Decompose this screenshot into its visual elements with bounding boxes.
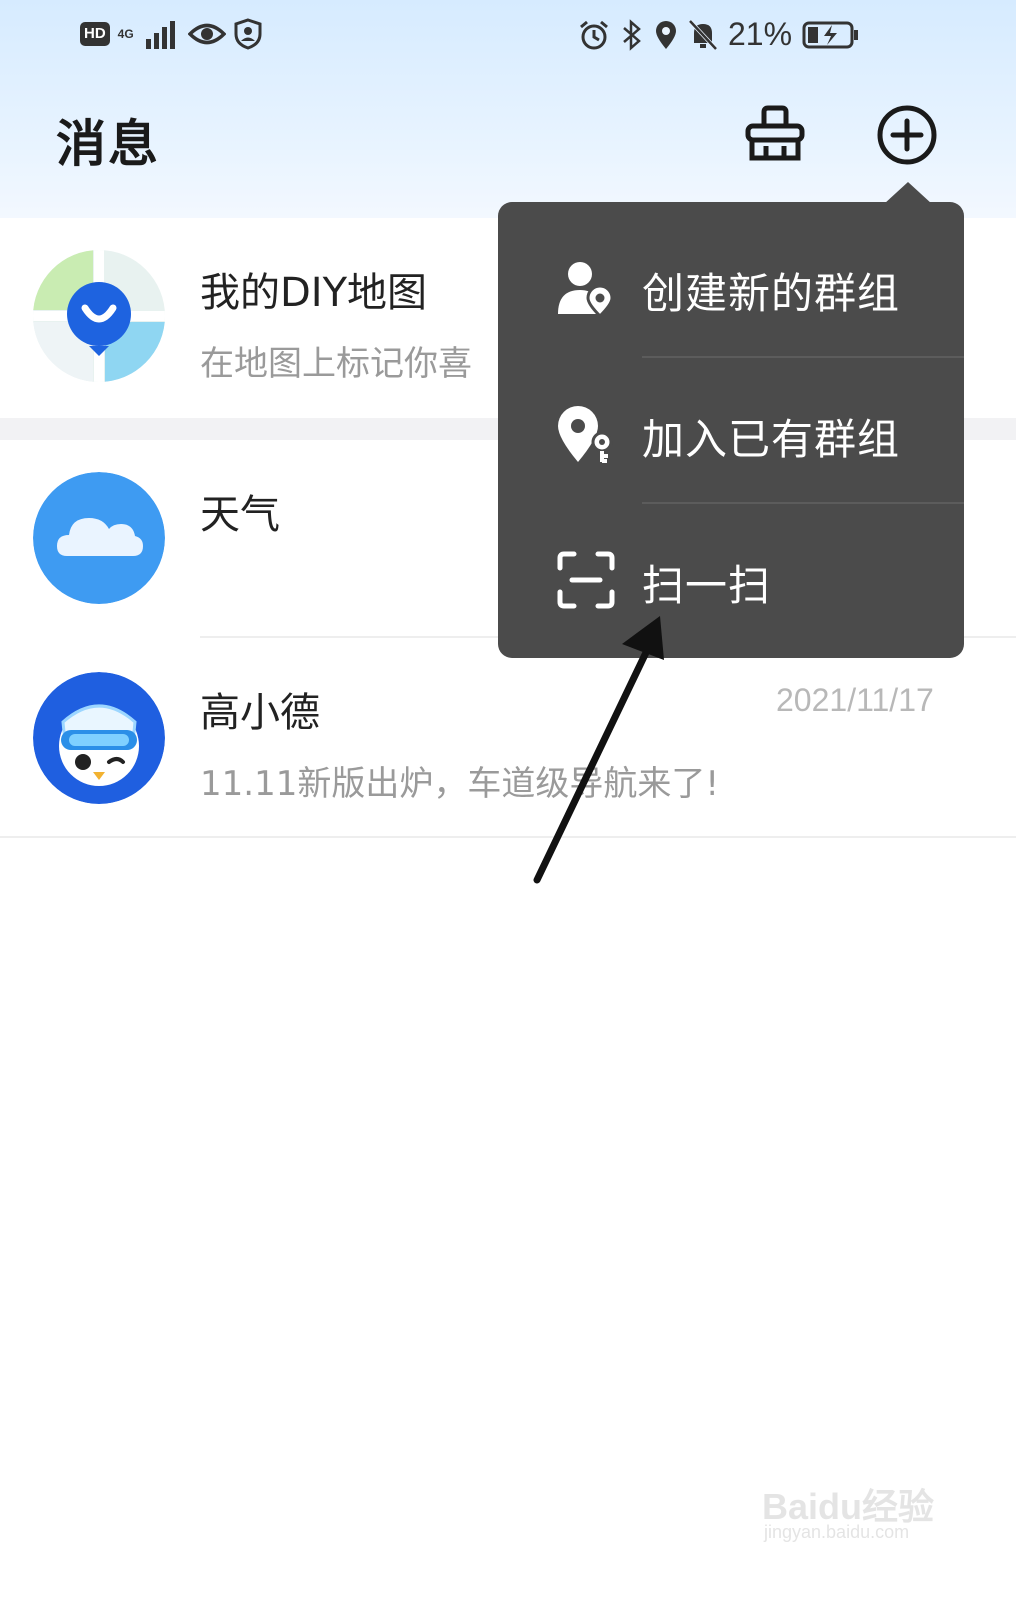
menu-pointer — [884, 182, 932, 204]
clean-icon — [745, 105, 805, 161]
list-item-gaoxiaode[interactable]: 高小德 2021/11/17 11.11新版出炉，车道级导航来了! — [0, 638, 1016, 836]
eye-icon — [187, 23, 226, 45]
menu-item-create-group[interactable]: 创建新的群组 — [498, 212, 964, 358]
mute-icon — [688, 19, 718, 50]
add-button[interactable] — [876, 104, 938, 166]
diy-map-avatar — [33, 250, 165, 382]
item-title: 天气 — [200, 492, 280, 538]
page-title: 消息 — [56, 115, 160, 173]
bluetooth-icon — [623, 18, 641, 51]
add-dropdown-menu: 创建新的群组 加入已有群组 扫一扫 — [498, 202, 964, 658]
status-bar: HD 4G 21% — [0, 0, 1016, 80]
menu-item-join-group[interactable]: 加入已有群组 — [498, 358, 964, 504]
location-icon — [656, 20, 676, 49]
status-bar-left: HD 4G — [80, 18, 262, 50]
menu-item-label: 加入已有群组 — [642, 415, 901, 464]
baidu-watermark: Baidu经验 jingyan.baidu.com — [762, 1460, 962, 1550]
item-subtitle: 在地图上标记你喜 — [200, 344, 472, 384]
battery-icon — [802, 21, 859, 48]
hd-icon: HD — [80, 22, 110, 46]
status-bar-right: 21% — [578, 16, 860, 53]
penguin-avatar — [33, 672, 165, 804]
alarm-icon — [580, 20, 608, 49]
watermark-url: jingyan.baidu.com — [764, 1522, 910, 1542]
item-title: 我的DIY地图 — [200, 270, 428, 316]
list-divider — [0, 836, 1016, 838]
menu-item-scan[interactable]: 扫一扫 — [498, 504, 964, 650]
shield-icon — [234, 18, 262, 50]
menu-item-label: 创建新的群组 — [642, 269, 901, 318]
item-subtitle: 11.11新版出炉，车道级导航来了! — [200, 764, 719, 804]
clean-button[interactable] — [744, 104, 806, 166]
scan-icon — [557, 551, 615, 609]
battery-percentage: 21% — [728, 16, 793, 52]
signal-icon — [145, 21, 175, 49]
join-group-icon — [558, 406, 613, 463]
item-time: 2021/11/17 — [776, 682, 934, 718]
network-type: 4G — [117, 27, 134, 41]
add-icon — [877, 105, 937, 165]
menu-item-label: 扫一扫 — [642, 561, 772, 610]
item-title: 高小德 — [200, 690, 320, 736]
weather-cloud-avatar — [33, 472, 165, 604]
create-group-icon — [558, 262, 614, 318]
